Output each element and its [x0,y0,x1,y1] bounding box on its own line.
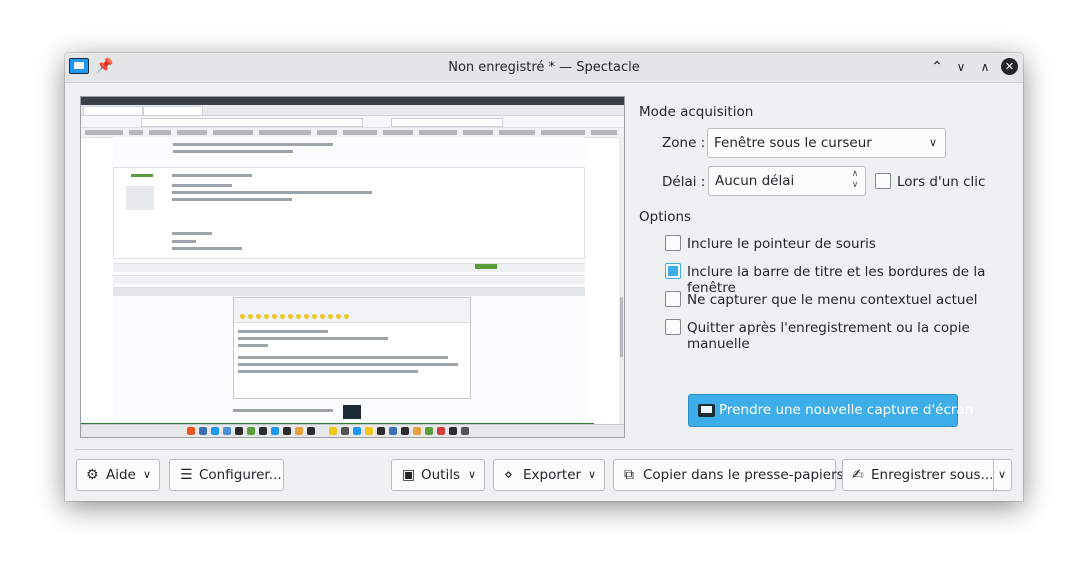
quit-after-save-checkbox[interactable] [665,319,681,335]
context-menu-only-checkbox[interactable] [665,291,681,307]
share-icon: ⋄ [504,467,513,483]
toolbox-icon: ▣ [402,467,416,483]
save-as-button[interactable]: ✍ Enregistrer sous... ∨ [842,459,1012,491]
keep-above-icon[interactable]: ⌃ [926,56,948,78]
title-bar[interactable]: 📌 Non enregistré * — Spectacle ⌃ ∨ ∧ ✕ [65,53,1023,83]
delay-spinbox[interactable]: Aucun délai ∧ ∨ [708,166,866,196]
include-pointer-checkbox[interactable] [665,235,681,251]
window-title: Non enregistré * — Spectacle [448,60,640,75]
copy-icon: ⧉ [624,467,634,483]
footer-separator [75,449,1013,450]
preview-tabs [81,105,624,116]
preview-forum-page [113,137,585,427]
configure-label: Configurer... [199,467,282,483]
tools-button[interactable]: ▣ Outils ∨ [391,459,485,491]
help-button[interactable]: ⚙ Aide ∨ [76,459,160,491]
on-click-label: Lors d'un clic [897,174,986,190]
save-as-icon: ✍ [852,467,864,483]
preview-taskbar [81,424,624,437]
chevron-down-icon: ∨ [143,468,152,481]
chevron-down-icon: ∨ [928,136,937,149]
spectacle-icon [698,404,715,417]
save-as-menu-chevron-icon[interactable]: ∨ [998,460,1006,490]
spin-arrows-icon[interactable]: ∧ ∨ [848,169,862,193]
copy-to-clipboard-button[interactable]: ⧉ Copier dans le presse-papiers [613,459,844,491]
quit-after-save-label: Quitter après l'enregistrement ou la cop… [687,320,970,352]
chevron-down-icon: ∨ [468,468,477,481]
delay-spinbox-value: Aucun délai [715,173,795,189]
zone-label: Zone : [662,135,706,151]
options-heading: Options [639,209,692,225]
context-menu-only-label: Ne capturer que le menu contextuel actue… [687,292,978,308]
copy-label: Copier dans le presse-papiers [643,467,844,483]
minimize-icon[interactable]: ∨ [950,56,972,78]
split-divider [993,460,994,490]
zone-select[interactable]: Fenêtre sous le curseur ∨ [707,128,946,158]
help-label: Aide [106,467,136,483]
export-button[interactable]: ⋄ Exporter ∨ [493,459,605,491]
close-icon[interactable]: ✕ [1001,58,1018,75]
delay-label: Délai : [662,174,706,190]
acquisition-mode-heading: Mode acquisition [639,104,754,120]
zone-select-value: Fenêtre sous le curseur [714,135,872,151]
spectacle-window: 📌 Non enregistré * — Spectacle ⌃ ∨ ∧ ✕ M… [65,53,1023,501]
tools-label: Outils [421,467,461,483]
new-screenshot-button[interactable]: Prendre une nouvelle capture d'écran [688,394,973,427]
save-as-label: Enregistrer sous... [871,467,994,483]
configure-button[interactable]: ☰ Configurer... [169,459,284,491]
maximize-icon[interactable]: ∧ [974,56,996,78]
preview-topbar [81,97,624,105]
include-pointer-label: Inclure le pointeur de souris [687,236,876,252]
screenshot-preview[interactable] [80,96,625,438]
help-icon: ⚙ [86,467,99,483]
include-titlebar-checkbox[interactable] [665,263,681,279]
on-click-checkbox[interactable] [875,173,891,189]
settings-sliders-icon: ☰ [180,467,193,483]
export-label: Exporter [523,467,582,483]
chevron-down-icon: ∨ [588,468,597,481]
preview-urlbar [81,116,624,128]
new-screenshot-label: Prendre une nouvelle capture d'écran [719,402,974,418]
